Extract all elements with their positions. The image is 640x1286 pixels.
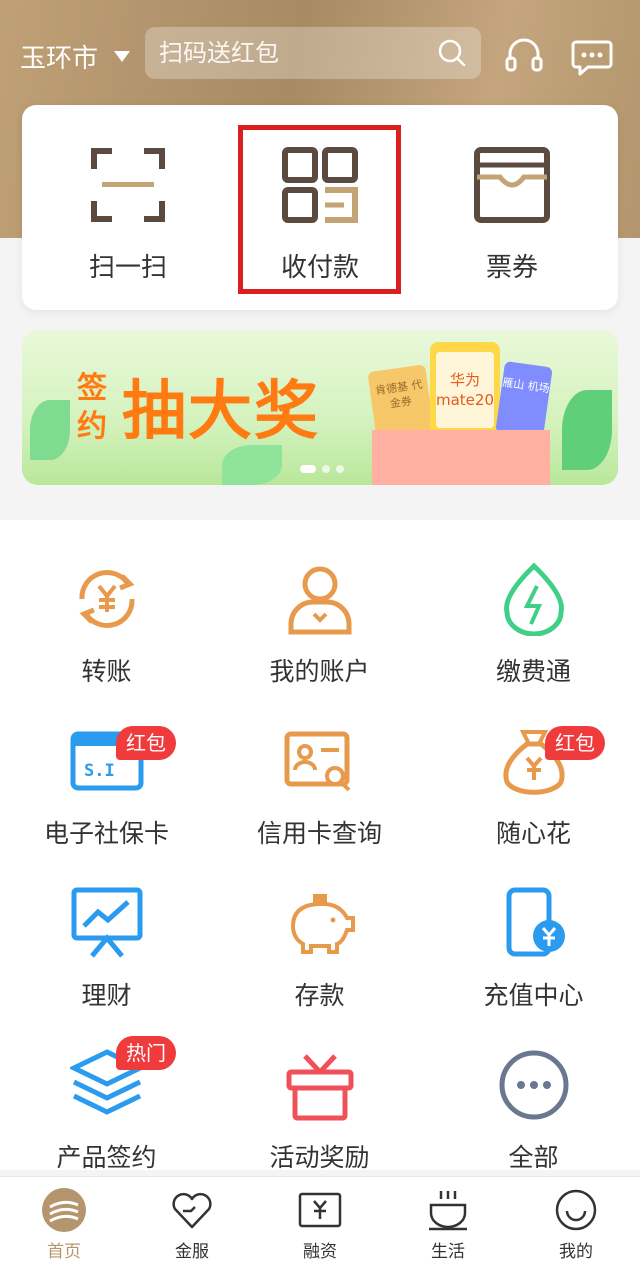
red-packet-badge: 红包 [545, 726, 605, 760]
nav-life[interactable]: 生活 [384, 1177, 512, 1286]
finance-chart-icon [71, 887, 142, 958]
quick-action-label: 票券 [485, 253, 538, 283]
services-grid: 转账 我的账户 缴费通 S.I 红包 电子社保卡 信用卡查询 红包 随心花 理财… [0, 520, 640, 1172]
coupon-icon [474, 147, 550, 223]
banner-title: 抽大奖 [122, 375, 320, 449]
service-label: 全部 [508, 1143, 559, 1172]
banner-phone: 华为 mate20 [430, 342, 500, 442]
service-suixinhua[interactable]: 红包 随心花 [427, 682, 640, 848]
service-transfer[interactable]: 转账 [0, 520, 213, 686]
leaf-decoration [562, 390, 612, 470]
quick-action-scan[interactable]: 扫一扫 [48, 105, 208, 310]
pagination-dot [322, 465, 330, 473]
banner-ticket-airport: 雁山 机场 [495, 361, 553, 439]
svg-text:S.I: S.I [84, 761, 115, 781]
service-all[interactable]: 全部 [427, 1006, 640, 1172]
nav-home[interactable]: 首页 [0, 1177, 128, 1286]
quick-action-label: 扫一扫 [88, 253, 167, 283]
bottom-navigation: 首页 金服 融资 生活 我的 [0, 1176, 640, 1286]
banner-pagination [300, 465, 344, 473]
top-bar: 玉环市 [0, 24, 640, 84]
service-bill-payment[interactable]: 缴费通 [427, 520, 640, 686]
scan-icon [91, 148, 165, 222]
service-product-signing[interactable]: 热门 产品签约 [0, 1006, 213, 1172]
service-activity-rewards[interactable]: 活动奖励 [213, 1006, 426, 1172]
payment-drop-icon [503, 562, 564, 636]
service-label: 产品签约 [56, 1143, 157, 1172]
service-social-security-card[interactable]: S.I 红包 电子社保卡 [0, 682, 213, 848]
caret-down-icon [114, 51, 131, 62]
service-recharge-center[interactable]: 充值中心 [427, 844, 640, 1010]
red-packet-badge: 红包 [116, 726, 176, 760]
banner-phone-text: 华为 mate20 [436, 352, 494, 428]
nav-jinfu[interactable]: 金服 [128, 1177, 256, 1286]
smile-icon [555, 1189, 597, 1231]
account-icon [288, 566, 351, 635]
nav-label: 我的 [559, 1242, 593, 1262]
city-label: 玉环市 [20, 44, 99, 74]
home-logo-icon [42, 1188, 86, 1232]
nav-label: 生活 [431, 1242, 465, 1262]
yuan-card-icon [298, 1192, 342, 1228]
transfer-icon [78, 570, 135, 628]
gift-box-decoration [372, 430, 550, 485]
banner-small-text: 签约 [77, 371, 107, 444]
highlight-annotation-box [238, 125, 401, 294]
service-my-account[interactable]: 我的账户 [213, 520, 426, 686]
search-icon[interactable] [437, 38, 467, 68]
cup-icon [429, 1191, 467, 1231]
quick-action-coupon[interactable]: 票券 [432, 105, 592, 310]
headset-icon[interactable] [502, 34, 546, 78]
search-input[interactable] [159, 27, 429, 79]
nav-label: 金服 [175, 1242, 209, 1262]
credit-card-query-icon [284, 731, 350, 792]
service-finance[interactable]: 理财 [0, 844, 213, 1010]
nav-financing[interactable]: 融资 [256, 1177, 384, 1286]
hot-badge: 热门 [116, 1036, 176, 1070]
promo-banner[interactable]: 签约 抽大奖 肯德基 代金券 华为 mate20 雁山 机场 [22, 330, 618, 485]
gift-icon [286, 1054, 353, 1121]
service-label: 活动奖励 [269, 1143, 370, 1172]
leaf-decoration [30, 400, 70, 460]
phone-recharge-icon [506, 887, 565, 957]
nav-mine[interactable]: 我的 [512, 1177, 640, 1286]
nav-label: 首页 [47, 1242, 81, 1262]
heart-icon [172, 1192, 212, 1229]
service-deposit[interactable]: 存款 [213, 844, 426, 1010]
message-icon[interactable] [570, 34, 614, 78]
service-credit-card-query[interactable]: 信用卡查询 [213, 682, 426, 848]
nav-label: 融资 [303, 1242, 337, 1262]
city-selector[interactable]: 玉环市 [20, 38, 131, 75]
piggy-bank-icon [290, 894, 355, 954]
pagination-dot-active [300, 465, 316, 473]
pagination-dot [336, 465, 344, 473]
more-icon [499, 1050, 568, 1120]
search-bar[interactable] [145, 27, 481, 79]
